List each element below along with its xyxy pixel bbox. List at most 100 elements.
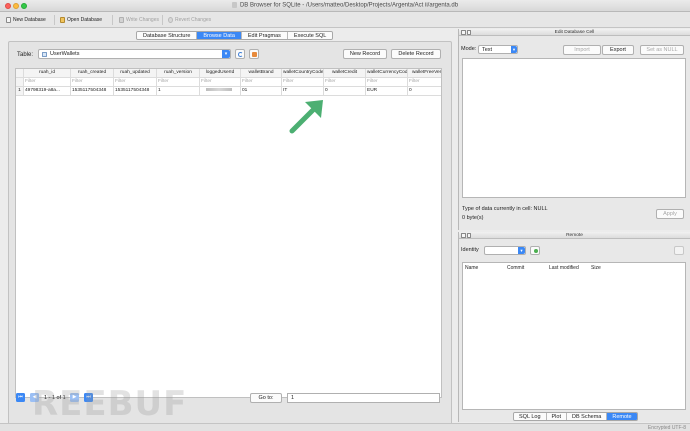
tab-database-structure[interactable]: Database Structure bbox=[137, 32, 198, 39]
tab-browse-data[interactable]: Browse Data bbox=[197, 32, 242, 39]
main-tabs: Database Structure Browse Data Edit Prag… bbox=[136, 31, 334, 40]
clear-filters-button[interactable] bbox=[249, 49, 259, 59]
filter-input[interactable]: Filter bbox=[282, 78, 324, 87]
row-number[interactable]: 1 bbox=[16, 87, 24, 96]
table-cell[interactable]: EUR bbox=[366, 87, 408, 96]
dock-tabs: SQL Log Plot DB Schema Remote bbox=[513, 412, 638, 421]
table-cell[interactable]: 0 bbox=[324, 87, 366, 96]
table-cell[interactable]: IT bbox=[282, 87, 324, 96]
delete-record-button[interactable]: Delete Record bbox=[391, 49, 441, 59]
identity-label: Identity bbox=[461, 247, 479, 253]
table-icon bbox=[42, 51, 47, 57]
identity-select[interactable]: ▾ bbox=[484, 246, 526, 255]
database-file-icon bbox=[231, 2, 237, 8]
column-header[interactable]: walletCountryCode bbox=[282, 69, 324, 78]
watermark: REEBUF bbox=[32, 384, 188, 424]
write-changes-icon bbox=[119, 17, 124, 23]
main-toolbar: New Database Open Database Write Changes… bbox=[0, 12, 690, 28]
table-row[interactable]: 1 49798319-a8a... 1535117504348 15351175… bbox=[16, 87, 441, 96]
table-cell-redacted[interactable] bbox=[200, 87, 241, 96]
filter-input[interactable]: Filter bbox=[366, 78, 408, 87]
dock-float-icon[interactable] bbox=[466, 30, 471, 35]
main-area: Database Structure Browse Data Edit Prag… bbox=[0, 29, 456, 431]
filter-input[interactable]: Filter bbox=[200, 78, 241, 87]
apply-button[interactable]: Apply bbox=[656, 209, 684, 219]
column-header[interactable]: walletBrand bbox=[241, 69, 282, 78]
revert-changes-button[interactable]: Revert Changes bbox=[168, 15, 211, 25]
import-button[interactable]: Import bbox=[563, 45, 601, 55]
write-changes-button[interactable]: Write Changes bbox=[119, 15, 159, 25]
grid-filter-row: Filter Filter Filter Filter Filter Filte… bbox=[16, 78, 441, 87]
tab-execute-sql[interactable]: Execute SQL bbox=[287, 32, 333, 39]
remote-col-name[interactable]: Name bbox=[465, 265, 478, 271]
open-database-button[interactable]: Open Database bbox=[60, 15, 102, 25]
refresh-icon bbox=[237, 51, 243, 57]
goto-input[interactable]: 1 bbox=[287, 393, 440, 403]
new-record-button[interactable]: New Record bbox=[343, 49, 387, 59]
remote-col-commit[interactable]: Commit bbox=[507, 265, 524, 271]
row-number-header bbox=[16, 69, 24, 78]
encoding-status: Encrypted UTF-8 bbox=[647, 424, 686, 431]
grid-header-row: ruah_id ruah_created ruah_updated ruah_v… bbox=[16, 69, 441, 78]
goto-button[interactable]: Go to: bbox=[250, 393, 282, 403]
filter-input[interactable]: Filter bbox=[114, 78, 157, 87]
table-select-value: UserWallets bbox=[50, 51, 80, 57]
dock-close-icon[interactable] bbox=[461, 233, 466, 238]
filter-input[interactable]: Filter bbox=[157, 78, 200, 87]
mode-select[interactable]: Text ▾ bbox=[478, 45, 518, 54]
column-header[interactable]: walletFreeVend bbox=[408, 69, 441, 78]
revert-changes-icon bbox=[168, 17, 173, 23]
tab-sql-log[interactable]: SQL Log bbox=[514, 413, 547, 420]
cell-type-info: Type of data currently in cell: NULL bbox=[462, 206, 548, 212]
remote-push-button[interactable] bbox=[674, 246, 684, 255]
filter-input[interactable]: Filter bbox=[408, 78, 441, 87]
tab-plot[interactable]: Plot bbox=[546, 413, 567, 420]
new-database-button[interactable]: New Database bbox=[6, 15, 46, 25]
filter-input[interactable]: Filter bbox=[71, 78, 114, 87]
edit-cell-dock-header: Edit Database Cell bbox=[459, 29, 690, 36]
table-cell[interactable]: 1535117504348 bbox=[71, 87, 114, 96]
column-header[interactable]: ruah_version bbox=[157, 69, 200, 78]
row-number-filter bbox=[16, 78, 24, 87]
column-header[interactable]: walletCurrencyCode bbox=[366, 69, 408, 78]
table-cell[interactable]: 1535117504348 bbox=[114, 87, 157, 96]
remote-file-list[interactable]: Name Commit Last modified Size bbox=[462, 262, 686, 410]
column-header[interactable]: walletCredit bbox=[324, 69, 366, 78]
column-header[interactable]: ruah_updated bbox=[114, 69, 157, 78]
data-grid: ruah_id ruah_created ruah_updated ruah_v… bbox=[15, 68, 442, 398]
table-select[interactable]: UserWallets ▾ bbox=[38, 49, 231, 59]
remote-col-size[interactable]: Size bbox=[591, 265, 601, 271]
filter-input[interactable]: Filter bbox=[241, 78, 282, 87]
dock-close-icon[interactable] bbox=[461, 30, 466, 35]
tab-edit-pragmas[interactable]: Edit Pragmas bbox=[241, 32, 288, 39]
column-header[interactable]: ruah_id bbox=[24, 69, 71, 78]
column-header[interactable]: ruah_created bbox=[71, 69, 114, 78]
column-header[interactable]: loggedUserId bbox=[200, 69, 241, 78]
tab-db-schema[interactable]: DB Schema bbox=[567, 413, 608, 420]
remote-col-last-modified[interactable]: Last modified bbox=[549, 265, 579, 271]
status-bar: Encrypted UTF-8 bbox=[0, 423, 690, 431]
title-bar: DB Browser for SQLite - /Users/matteo/De… bbox=[0, 0, 690, 12]
toolbar-separator bbox=[54, 15, 55, 25]
first-page-button[interactable]: ⏮ bbox=[16, 393, 25, 402]
table-cell[interactable]: 0 bbox=[408, 87, 441, 96]
open-folder-icon bbox=[60, 17, 65, 23]
cell-editor[interactable] bbox=[462, 58, 686, 198]
filter-input[interactable]: Filter bbox=[24, 78, 71, 87]
dock-float-icon[interactable] bbox=[466, 233, 471, 238]
tab-remote[interactable]: Remote bbox=[607, 413, 637, 420]
set-as-null-button[interactable]: Set as NULL bbox=[640, 45, 684, 55]
table-cell[interactable]: 49798319-a8a... bbox=[24, 87, 71, 96]
table-cell[interactable]: 1 bbox=[157, 87, 200, 96]
toolbar-separator bbox=[112, 15, 113, 25]
chevron-down-icon: ▾ bbox=[518, 247, 525, 254]
filter-input[interactable]: Filter bbox=[324, 78, 366, 87]
table-label: Table: bbox=[17, 52, 34, 58]
export-button[interactable]: Export bbox=[602, 45, 634, 55]
annotation-arrow-icon bbox=[289, 100, 323, 134]
refresh-button[interactable] bbox=[235, 49, 245, 59]
connect-remote-button[interactable] bbox=[530, 246, 540, 255]
new-database-icon bbox=[6, 17, 11, 23]
table-cell[interactable]: 01 bbox=[241, 87, 282, 96]
chevron-down-icon: ▾ bbox=[222, 50, 230, 58]
